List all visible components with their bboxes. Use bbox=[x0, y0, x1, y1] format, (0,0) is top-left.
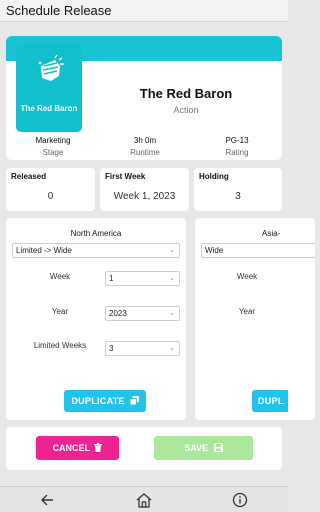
week-select[interactable]: 1 ⌄ bbox=[105, 271, 180, 286]
cancel-button[interactable]: CANCEL bbox=[36, 436, 119, 460]
duplicate-label: DUPL bbox=[258, 396, 284, 406]
fist-icon bbox=[38, 54, 64, 81]
region-name: Asia- bbox=[262, 229, 281, 238]
movie-card: The Red Baron The Red Baron Action Marke… bbox=[6, 36, 282, 160]
region-name: North America bbox=[70, 229, 122, 238]
cancel-label: CANCEL bbox=[52, 443, 90, 453]
week-label: Week bbox=[236, 272, 258, 281]
holding-card: Holding 3 bbox=[194, 168, 282, 211]
released-label: Released bbox=[11, 172, 47, 181]
limited-weeks-label: Limited Weeks bbox=[33, 341, 87, 350]
year-select[interactable]: 2023 ⌄ bbox=[105, 306, 180, 321]
runtime-info: 3h 0m Runtime bbox=[105, 136, 185, 157]
info-icon[interactable] bbox=[231, 492, 249, 508]
stage-value: Marketing bbox=[35, 136, 71, 145]
holding-label: Holding bbox=[199, 172, 229, 181]
week-label: Week bbox=[49, 272, 71, 281]
save-icon bbox=[213, 443, 223, 452]
save-label: SAVE bbox=[184, 443, 209, 453]
poster-title: The Red Baron bbox=[20, 104, 78, 113]
year-label: Year bbox=[238, 307, 256, 316]
week-value: 1 bbox=[109, 274, 114, 283]
chevron-down-icon: ⌄ bbox=[169, 345, 175, 352]
stage-label: Stage bbox=[42, 148, 64, 157]
runtime-label: Runtime bbox=[130, 148, 160, 157]
first-week-label: First Week bbox=[105, 172, 146, 181]
back-arrow-icon[interactable] bbox=[38, 492, 56, 508]
runtime-value: 3h 0m bbox=[133, 136, 157, 145]
released-card: Released 0 bbox=[6, 168, 95, 211]
year-label: Year bbox=[51, 307, 69, 316]
chevron-down-icon: ⌄ bbox=[169, 275, 175, 282]
limited-weeks-value: 3 bbox=[109, 344, 114, 353]
trash-icon bbox=[94, 443, 103, 452]
save-button[interactable]: SAVE bbox=[154, 436, 253, 460]
duplicate-label: DUPLICATE bbox=[71, 396, 125, 406]
bottom-nav bbox=[0, 486, 288, 512]
duplicate-button[interactable]: DUPL bbox=[252, 390, 288, 412]
release-type-select[interactable]: Wide bbox=[201, 243, 315, 258]
duplicate-button[interactable]: DUPLICATE bbox=[64, 390, 146, 412]
chevron-down-icon: ⌄ bbox=[169, 310, 175, 317]
first-week-card: First Week Week 1, 2023 bbox=[100, 168, 189, 211]
first-week-value: Week 1, 2023 bbox=[113, 191, 176, 202]
release-type-value: Limited -> Wide bbox=[16, 246, 72, 255]
rating-value: PG-13 bbox=[225, 136, 249, 145]
limited-weeks-select[interactable]: 3 ⌄ bbox=[105, 341, 180, 356]
stage-info: Marketing Stage bbox=[13, 136, 93, 157]
chevron-down-icon: ⌄ bbox=[169, 247, 175, 254]
rating-label: Rating bbox=[225, 148, 249, 157]
title-bar: Schedule Release bbox=[0, 0, 288, 22]
rating-info: PG-13 Rating bbox=[197, 136, 277, 157]
holding-value: 3 bbox=[235, 191, 241, 202]
movie-title: The Red Baron bbox=[139, 86, 233, 101]
year-value: 2023 bbox=[109, 309, 127, 318]
released-value: 0 bbox=[47, 191, 54, 202]
home-icon[interactable] bbox=[135, 492, 153, 508]
copy-icon bbox=[129, 396, 139, 406]
release-type-value: Wide bbox=[205, 246, 224, 255]
window-title: Schedule Release bbox=[6, 3, 112, 18]
movie-genre: Action bbox=[173, 105, 199, 115]
movie-poster: The Red Baron bbox=[16, 44, 82, 132]
release-type-select[interactable]: Limited -> Wide ⌄ bbox=[12, 243, 180, 258]
